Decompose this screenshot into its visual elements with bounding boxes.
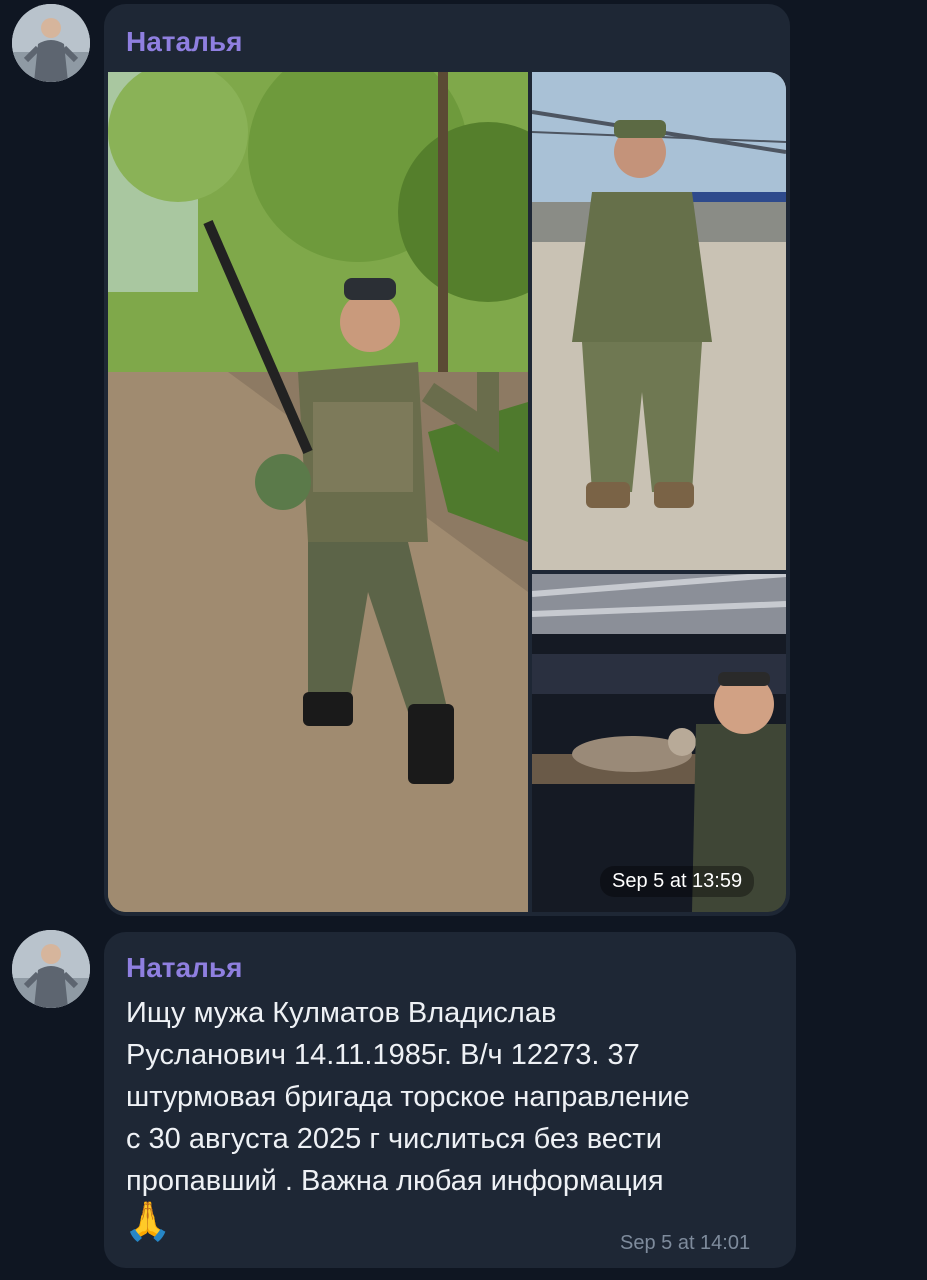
- sender-name[interactable]: Наталья: [126, 26, 242, 58]
- message-text: Ищу мужа Кулматов Владислав Русланович 1…: [126, 997, 690, 1197]
- photo-forest-soldier[interactable]: [108, 72, 528, 912]
- sender-avatar[interactable]: [12, 930, 90, 1008]
- text-message-bubble[interactable]: Наталья Ищу мужа Кулматов Владислав Русл…: [104, 932, 796, 1268]
- photo-train-platform[interactable]: [532, 72, 786, 570]
- praying-hands-emoji: 🙏: [124, 1201, 172, 1243]
- photo-dugout-cat[interactable]: [532, 574, 786, 912]
- message-timestamp: Sep 5 at 14:01: [620, 1232, 751, 1254]
- sender-avatar[interactable]: [12, 4, 90, 82]
- sender-name[interactable]: Наталья: [126, 952, 242, 984]
- album-timestamp: Sep 5 at 13:59: [600, 866, 755, 897]
- album-message-bubble[interactable]: Наталья Sep 5 at 13:59: [104, 4, 790, 916]
